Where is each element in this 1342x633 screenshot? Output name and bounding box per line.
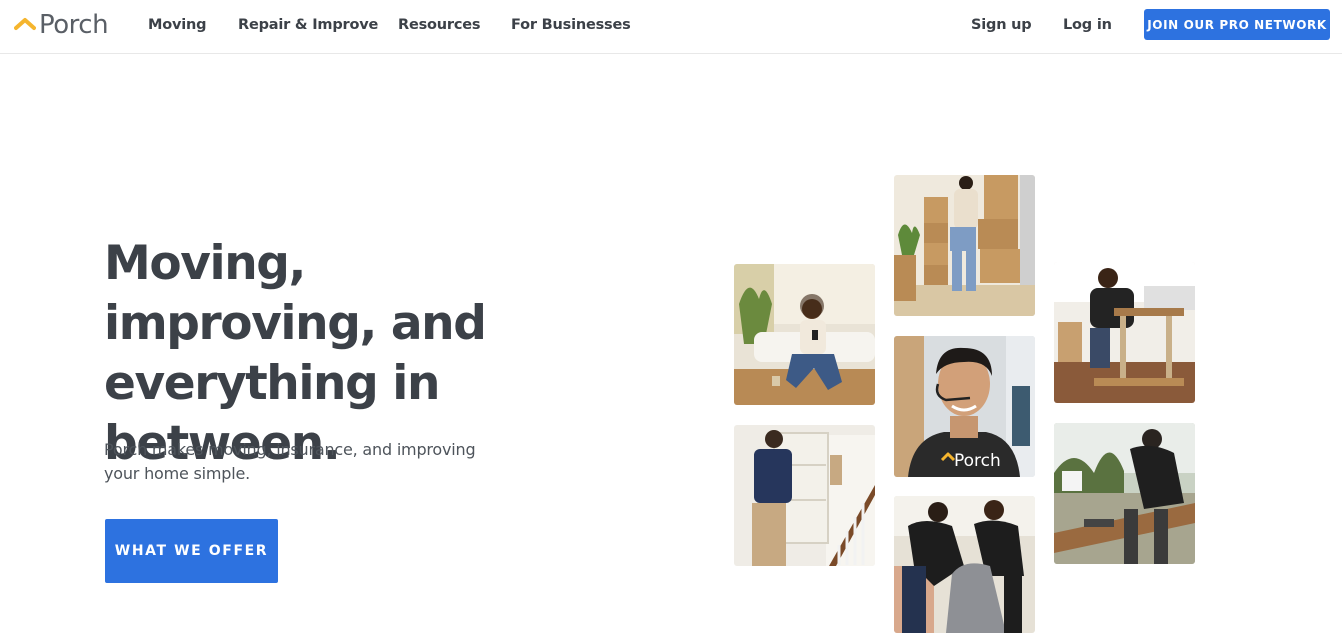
what-we-offer-button[interactable]: WHAT WE OFFER [105,519,278,583]
site-header: Porch Moving Repair & Improve Resources … [0,0,1342,54]
photo-porch-rep-headset: Porch [894,336,1035,477]
photo-pro-sawing-wood [1054,423,1195,564]
photo-woman-on-phone [734,264,875,405]
nav-moving[interactable]: Moving [148,17,207,33]
logo-text: Porch [39,10,109,40]
log-in-link[interactable]: Log in [1063,17,1112,33]
nav-repair-improve[interactable]: Repair & Improve [238,17,378,33]
porch-roof-icon [14,18,36,30]
hero-subtext: Porch makes moving, insurance, and impro… [104,440,476,483]
nav-resources[interactable]: Resources [398,17,481,33]
photo-movers-wrapping [894,496,1035,633]
photo-pro-assembling-table [1054,262,1195,403]
porch-logo[interactable]: Porch [14,10,109,40]
sign-up-link[interactable]: Sign up [971,17,1032,33]
photo-woman-boxes [894,175,1035,316]
nav-for-businesses[interactable]: For Businesses [511,17,631,33]
shirt-logo-text: Porch [954,451,1001,471]
photo-movers-stairs [734,425,875,566]
join-pro-network-button[interactable]: JOIN OUR PRO NETWORK [1144,9,1330,40]
